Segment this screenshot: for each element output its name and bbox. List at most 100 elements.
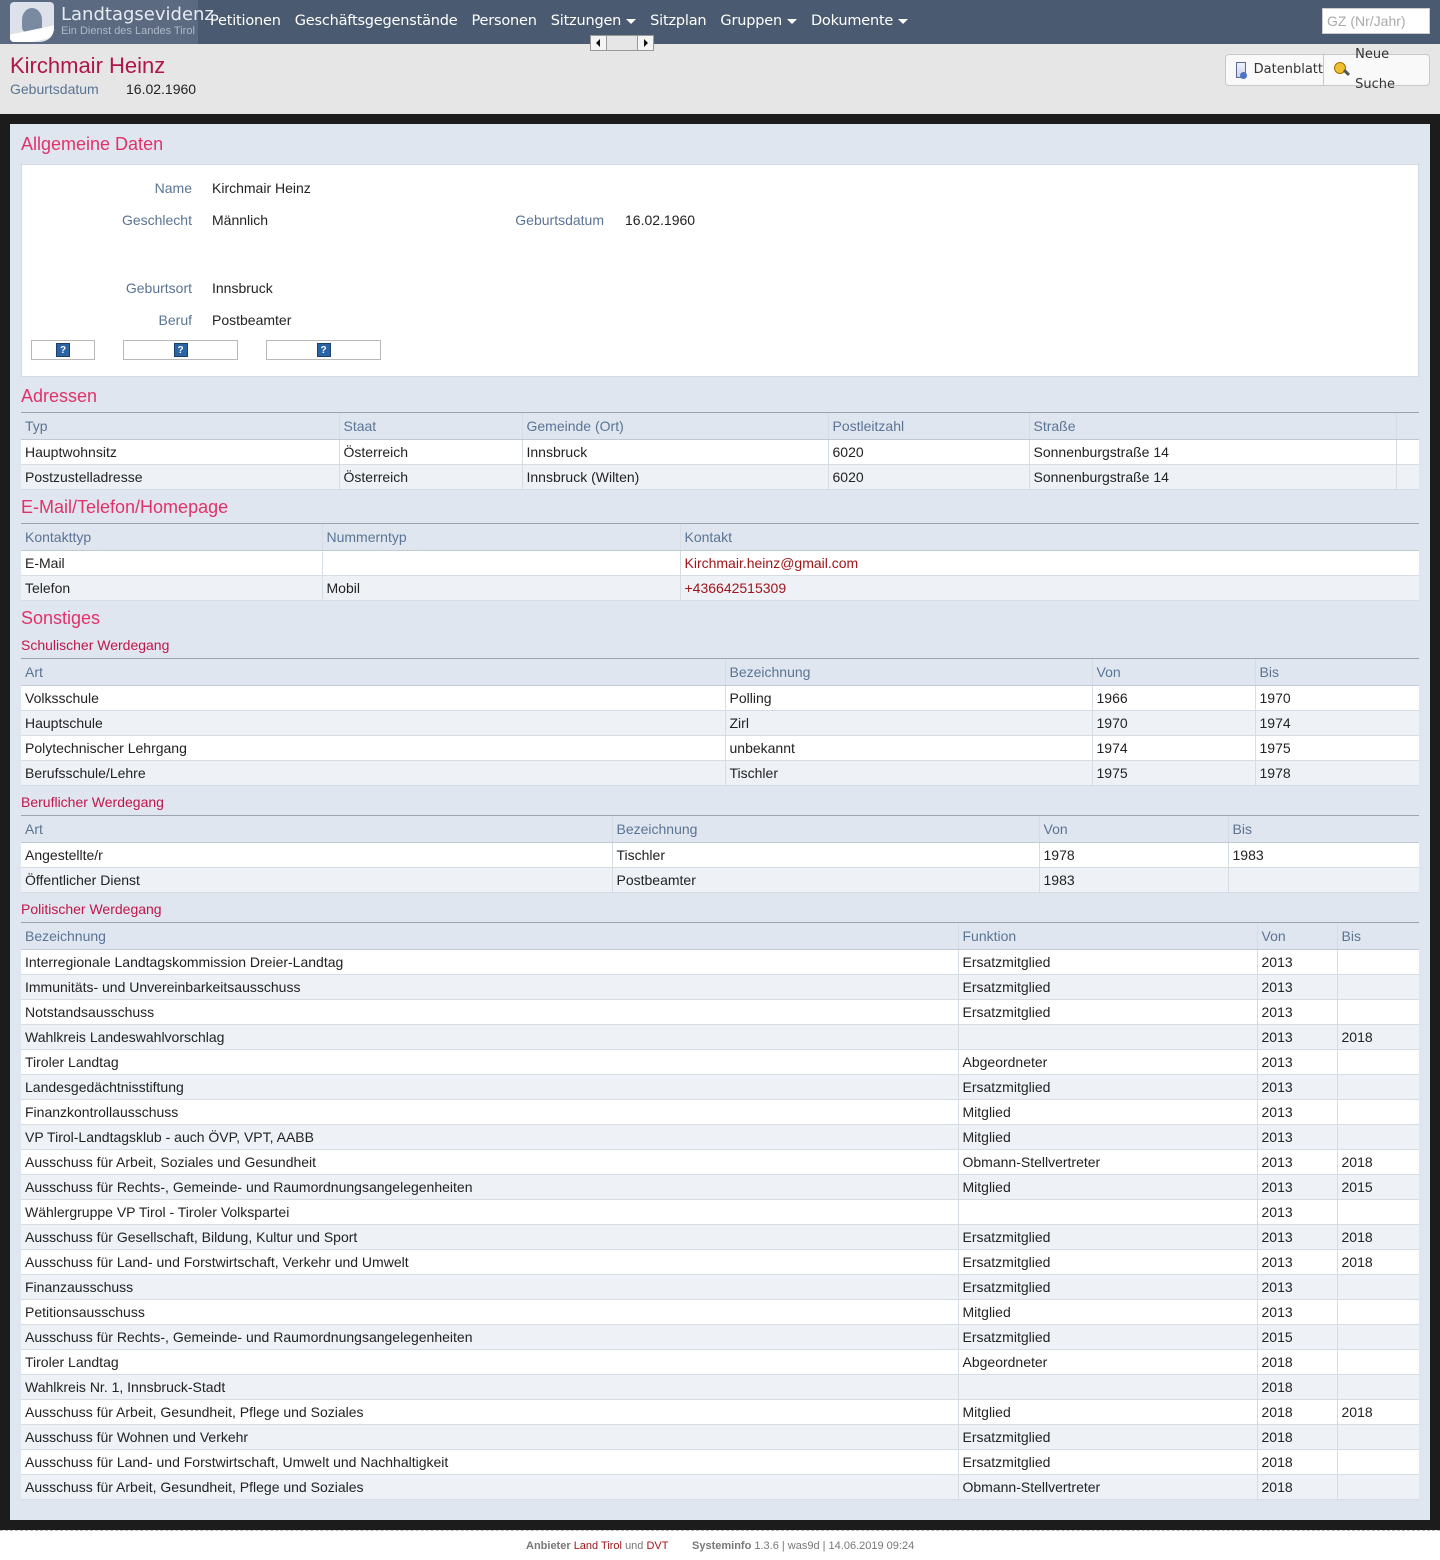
table-cell: Öffentlicher Dienst <box>21 867 612 893</box>
footer: Anbieter Land Tirol und DVT Systeminfo 1… <box>0 1530 1440 1560</box>
table-cell <box>1336 1449 1419 1475</box>
table-cell <box>1336 1049 1419 1075</box>
column-header: Kontakttyp <box>21 523 322 551</box>
help-icon[interactable]: ? <box>173 343 188 357</box>
adressen-table: Typ Staat Gemeinde (Ort) Postleitzahl Straße… <box>21 412 1419 490</box>
gz-search-input[interactable] <box>1322 8 1430 34</box>
table-row: Finanzausschuss Ersatzmitglied 2013 <box>21 1274 1419 1300</box>
help-field-3[interactable]: ? <box>266 340 381 360</box>
table-cell: 2018 <box>1256 1374 1337 1400</box>
table-row: Immunitäts- und Unvereinbarkeitsausschus… <box>21 974 1419 1000</box>
help-field-2[interactable]: ? <box>123 340 238 360</box>
table-header-row: Kontakttyp Nummerntyp Kontakt <box>21 523 1419 551</box>
nav-item-petitionen[interactable]: Petitionen <box>203 0 288 44</box>
table-row: Hauptwohnsitz Österreich Innsbruck 6020 Sonn… <box>21 439 1419 465</box>
table-cell <box>1336 1274 1419 1300</box>
footer-systeminfo: Systeminfo 1.3.6 | was9d | 14.06.2019 09… <box>692 1540 914 1552</box>
neue-suche-button[interactable]: Neue Suche <box>1324 47 1429 92</box>
section-title-adressen: Adressen <box>21 386 98 406</box>
datenblatt-button[interactable]: Datenblatt <box>1226 55 1324 85</box>
table-row: Landesgedächtnisstiftung Ersatzmitglied 20… <box>21 1074 1419 1100</box>
nav-item-geschäftsgegenstände[interactable]: Geschäftsgegenstände <box>288 0 465 44</box>
table-cell: Ersatzmitglied <box>957 1274 1257 1300</box>
column-header <box>1395 412 1419 440</box>
table-cell <box>1336 1424 1419 1450</box>
column-header: Staat <box>338 412 522 440</box>
footer-link-dvt[interactable]: DVT <box>646 1540 668 1552</box>
nav-item-label: Gruppen <box>720 13 782 29</box>
nav-item-personen[interactable]: Personen <box>464 0 543 44</box>
table-cell: 2013 <box>1256 999 1337 1025</box>
name-label: Name <box>154 180 192 196</box>
footer-systeminfo-label: Systeminfo <box>692 1540 752 1552</box>
beruf-table: Art Bezeichnung Von Bis Angestellte/r Tischle… <box>21 815 1419 893</box>
table-cell <box>957 1024 1257 1050</box>
column-header: Funktion <box>957 922 1257 950</box>
table-row: Tiroler Landtag Abgeordneter 2018 <box>21 1349 1419 1375</box>
table-row: Berufsschule/Lehre Tischler 1975 1978 <box>21 760 1419 786</box>
help-field-1[interactable]: ? <box>31 340 95 360</box>
table-row: Ausschuss für Arbeit, Gesundheit, Pflege… <box>21 1399 1419 1425</box>
table-cell: 2015 <box>1256 1324 1337 1350</box>
table-header-row: Art Bezeichnung Von Bis <box>21 815 1419 843</box>
nav-item-dokumente[interactable]: Dokumente <box>804 0 915 44</box>
table-row: Tiroler Landtag Abgeordneter 2013 <box>21 1049 1419 1075</box>
arrow-left-icon[interactable] <box>591 36 607 50</box>
brand-subtitle: Ein Dienst des Landes Tirol <box>61 25 195 37</box>
table-cell: unbekannt <box>724 735 1092 761</box>
table-cell: Mitglied <box>957 1299 1257 1325</box>
table-cell: 2013 <box>1256 1224 1337 1250</box>
arrow-right-icon[interactable] <box>637 36 653 50</box>
table-cell: 2018 <box>1256 1349 1337 1375</box>
footer-link-land-tirol[interactable]: Land Tirol <box>574 1540 622 1552</box>
table-cell: Innsbruck <box>521 439 828 465</box>
footer-und: und <box>625 1540 644 1552</box>
table-cell: Österreich <box>338 439 522 465</box>
table-cell <box>1336 1074 1419 1100</box>
nav-item-label: Geschäftsgegenstände <box>294 13 458 29</box>
chevron-down-icon <box>898 18 909 24</box>
table-cell: 2018 <box>1256 1399 1337 1425</box>
table-cell: Notstandsausschuss <box>21 999 958 1025</box>
table-row: Volksschule Polling 1966 1970 <box>21 685 1419 711</box>
column-header: Nummerntyp <box>321 523 680 551</box>
table-cell: Zirl <box>724 710 1092 736</box>
help-icon[interactable]: ? <box>56 343 70 357</box>
table-cell: Ausschuss für Rechts-, Gemeinde- und Rau… <box>21 1324 958 1350</box>
table-cell <box>957 1374 1257 1400</box>
nav-item-label: Petitionen <box>210 13 281 29</box>
table-cell: 2018 <box>1336 1249 1419 1275</box>
column-header: Postleitzahl <box>827 412 1029 440</box>
table-cell: VP Tirol-Landtagsklub - auch ÖVP, VPT, A… <box>21 1124 958 1150</box>
table-cell: 2013 <box>1256 1199 1337 1225</box>
birthdate-value: 16.02.1960 <box>625 212 696 228</box>
nav-item-label: Dokumente <box>810 13 894 29</box>
table-cell: 6020 <box>827 439 1029 465</box>
table-row: VP Tirol-Landtagsklub - auch ÖVP, VPT, A… <box>21 1124 1419 1150</box>
search-key-icon <box>1334 62 1349 78</box>
table-cell: 2013 <box>1256 1074 1337 1100</box>
help-icon[interactable]: ? <box>316 343 331 357</box>
horizontal-scroll-control[interactable] <box>590 35 654 51</box>
header-birth-label: Geburtsdatum <box>10 81 99 97</box>
table-cell: Petitionsausschuss <box>21 1299 958 1325</box>
brand[interactable]: Landtagsevidenz Ein Dienst des Landes Ti… <box>0 0 214 44</box>
table-cell: Polytechnischer Lehrgang <box>21 735 725 761</box>
table-cell: Sonnenburgstraße 14 <box>1028 439 1396 465</box>
column-header: Von <box>1256 922 1337 950</box>
table-cell: Abgeordneter <box>957 1349 1257 1375</box>
nav-item-gruppen[interactable]: Gruppen <box>713 0 804 44</box>
table-cell: Tiroler Landtag <box>21 1049 958 1075</box>
contact-link[interactable]: Kirchmair.heinz@gmail.com <box>685 555 859 571</box>
table-cell <box>1336 1199 1419 1225</box>
table-row: Finanzkontrollausschuss Mitglied 2013 <box>21 1099 1419 1125</box>
column-header: Kontakt <box>679 523 1419 551</box>
table-row: Postzustelladresse Österreich Innsbruck (W… <box>21 464 1419 490</box>
table-cell: 2018 <box>1336 1024 1419 1050</box>
table-cell: Interregionale Landtagskommission Dreier… <box>21 949 958 975</box>
table-cell: Ausschuss für Wohnen und Verkehr <box>21 1424 958 1450</box>
column-header: Von <box>1038 815 1228 843</box>
table-cell: 2018 <box>1336 1149 1419 1175</box>
table-row: Polytechnischer Lehrgang unbekannt 1974 197… <box>21 735 1419 761</box>
contact-link[interactable]: +436642515309 <box>685 580 787 596</box>
